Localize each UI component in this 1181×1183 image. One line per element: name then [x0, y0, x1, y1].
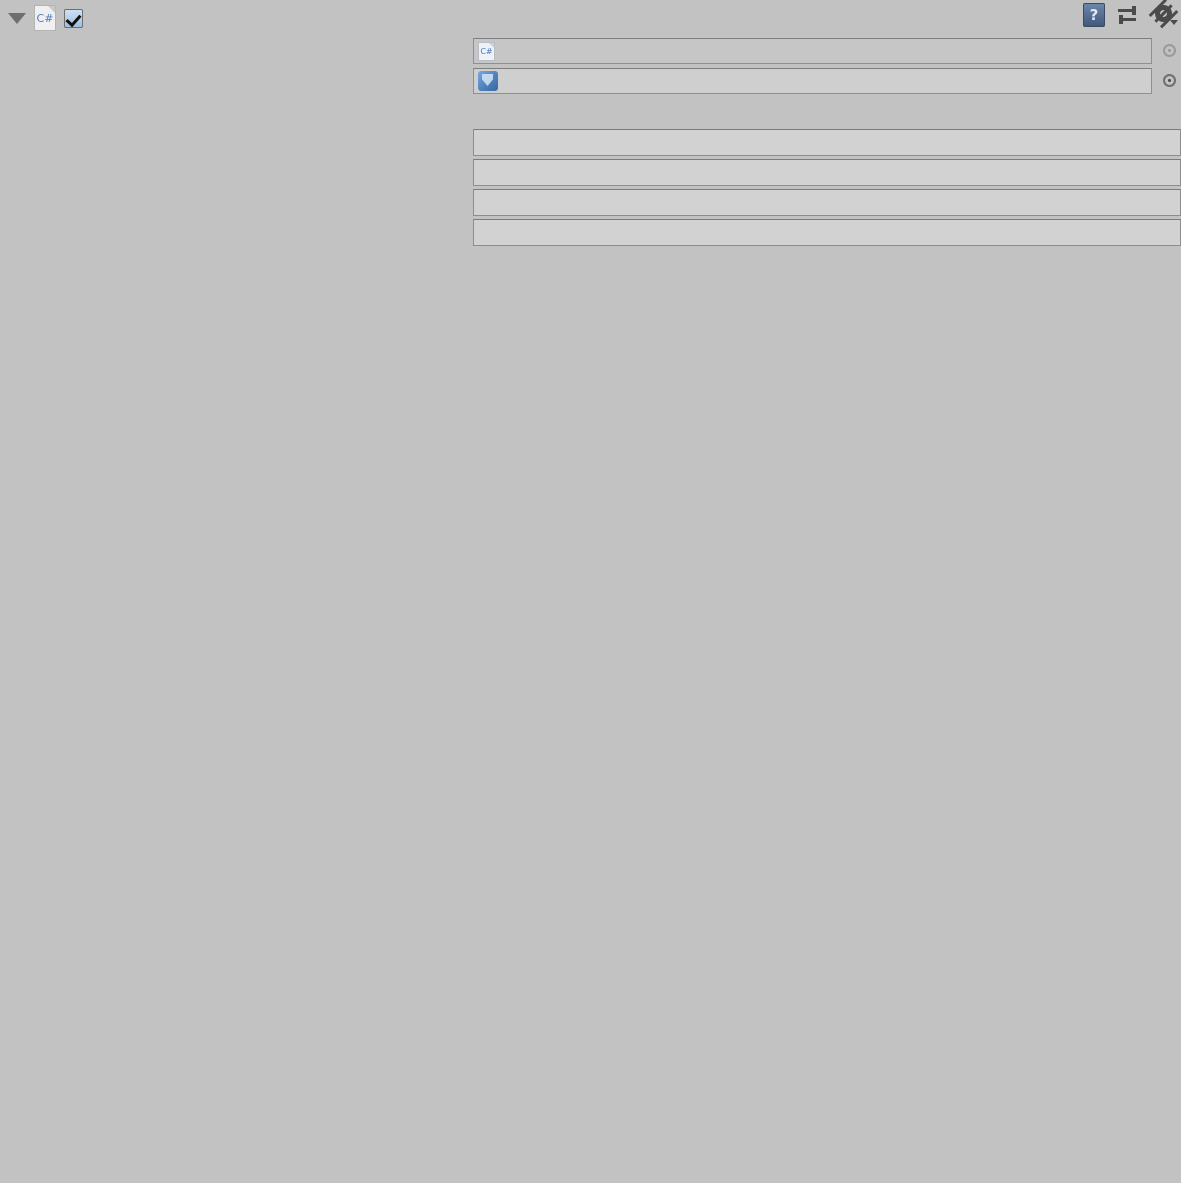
property-row-moving-button-visuals: [0, 66, 1181, 96]
release-distance-delta-input[interactable]: [473, 188, 1181, 216]
events-header: [0, 247, 1181, 278]
object-picker-icon[interactable]: [1159, 40, 1181, 62]
component-enabled-checkbox[interactable]: [64, 8, 83, 28]
header-icon-group: [1083, 3, 1178, 27]
max-push-distance-input[interactable]: [473, 128, 1181, 156]
property-row-return-rate: [0, 217, 1181, 247]
csharp-file-icon: C#: [34, 5, 56, 31]
csharp-file-icon: C#: [478, 41, 495, 61]
component-header[interactable]: C#: [0, 0, 1181, 36]
moving-button-visuals-field[interactable]: [473, 68, 1152, 94]
object-picker-icon[interactable]: [1159, 70, 1181, 92]
script-object-field[interactable]: C#: [473, 38, 1152, 64]
triangle-down-icon[interactable]: [8, 12, 26, 24]
property-row-max-push-distance: [0, 127, 1181, 157]
press-distance-input[interactable]: [473, 158, 1181, 186]
press-settings-header: [0, 96, 1181, 127]
prefab-cube-icon: [478, 71, 498, 91]
help-book-icon[interactable]: [1083, 3, 1105, 27]
property-row-script: C#: [0, 36, 1181, 66]
property-row-release-distance-delta: [0, 187, 1181, 217]
property-row-press-distance: [0, 157, 1181, 187]
preset-sliders-icon[interactable]: [1118, 5, 1140, 25]
return-rate-input[interactable]: [473, 218, 1181, 246]
gear-icon[interactable]: [1153, 4, 1178, 26]
